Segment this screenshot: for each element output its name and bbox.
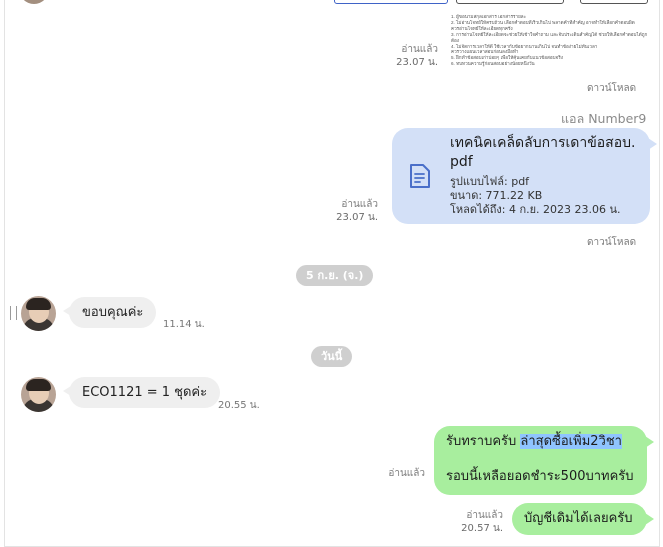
message-time: 20.57 น.: [461, 523, 503, 534]
message-line-1: รับทราบครับ ล่าสุดซื้อเพิ่ม2วิชา: [446, 433, 622, 451]
file-name[interactable]: เทคนิคเคล็ดลับการเดาข้อสอบ.pdf: [450, 134, 640, 172]
header-button-tertiary[interactable]: [580, 0, 648, 4]
document-preview-line: 2. ไม่อ่านโจทย์ให้ครบถ้วน เลือกคำตอบที่เ…: [451, 19, 635, 25]
highlighted-text[interactable]: ล่าสุดซื้อเพิ่ม2วิชา: [520, 434, 622, 449]
read-status: อ่านแล้ว: [401, 44, 438, 55]
file-details: รูปแบบไฟล์: pdf ขนาด: 771.22 KB โหลดได้ถ…: [450, 175, 621, 217]
message-line-2: รอบนี้เหลือยอดชำระ500บาทครับ: [446, 469, 634, 484]
read-status: อ่านแล้ว: [388, 468, 425, 479]
contact-avatar-top[interactable]: [19, 0, 49, 4]
bubble-tail: [63, 306, 71, 316]
read-status: อ่านแล้ว: [466, 510, 503, 521]
file-type: รูปแบบไฟล์: pdf: [450, 175, 530, 188]
bubble-tail: [648, 138, 657, 150]
bubble-tail: [645, 513, 654, 525]
file-expiry: โหลดได้ถึง: 4 ก.ย. 2023 23.06 น.: [450, 203, 621, 216]
file-size: ขนาด: 771.22 KB: [450, 189, 543, 202]
incoming-message-bubble[interactable]: ขอบคุณค่ะ: [63, 297, 157, 328]
document-preview-line: 6. ทบทวนความรู้ก่อนสอบอย่างน้อยหนึ่งวัน: [451, 61, 535, 67]
message-time: 11.14 น.: [163, 319, 205, 330]
date-separator: วันนี้: [311, 346, 353, 367]
document-icon: [410, 164, 430, 188]
sender-name: แอล Number9: [561, 111, 647, 126]
message-text: ECO1121 = 1 ชุดค่ะ: [82, 385, 208, 400]
download-link[interactable]: ดาวน์โหลด: [587, 81, 636, 96]
outgoing-message-bubble[interactable]: รับทราบครับ ล่าสุดซื้อเพิ่ม2วิชา รอบนี้เ…: [434, 426, 654, 495]
message-meta: อ่านแล้ว 23.07 น.: [325, 198, 378, 224]
message-text: ขอบคุณค่ะ: [82, 305, 144, 320]
header-button-primary[interactable]: [334, 0, 448, 4]
document-preview-line: 3. การอ่านโจทย์ให้ละเอียดจะช่วยให้เข้าใจ…: [451, 31, 648, 37]
contact-avatar[interactable]: [21, 296, 56, 331]
message-time: 23.07 น.: [336, 212, 378, 223]
download-link[interactable]: ดาวน์โหลด: [587, 235, 636, 250]
bubble-tail: [645, 436, 654, 448]
date-separator: 5 ก.ย. (จ.): [296, 265, 374, 286]
read-status: อ่านแล้ว: [341, 199, 378, 210]
avatar-hair: [26, 298, 51, 310]
contact-avatar[interactable]: [21, 377, 56, 412]
header-button-secondary[interactable]: [456, 0, 564, 4]
avatar-hair: [26, 379, 51, 391]
file-message-bubble[interactable]: เทคนิคเคล็ดลับการเดาข้อสอบ.pdf รูปแบบไฟล…: [392, 128, 657, 224]
message-meta: อ่านแล้ว 20.57 น.: [453, 509, 503, 535]
chat-window: 1. ผู้ขอนามสกุลเอกสาร เอกสารรายละ 2. ไม่…: [4, 0, 660, 547]
incoming-message-bubble[interactable]: ECO1121 = 1 ชุดค่ะ: [63, 377, 221, 408]
message-text: รับทราบครับ: [446, 434, 521, 449]
message-time: 20.55 น.: [218, 400, 260, 411]
message-time: 23.07 น.: [396, 57, 438, 68]
outgoing-message-bubble[interactable]: บัญชีเดิมได้เลยครับ: [512, 503, 654, 535]
document-preview[interactable]: 1. ผู้ขอนามสกุลเอกสาร เอกสารรายละ 2. ไม่…: [451, 14, 656, 68]
message-meta: อ่านแล้ว 23.07 น.: [385, 43, 438, 69]
drag-handle[interactable]: [10, 306, 17, 320]
bubble-tail: [63, 386, 71, 396]
message-text: บัญชีเดิมได้เลยครับ: [524, 511, 633, 526]
